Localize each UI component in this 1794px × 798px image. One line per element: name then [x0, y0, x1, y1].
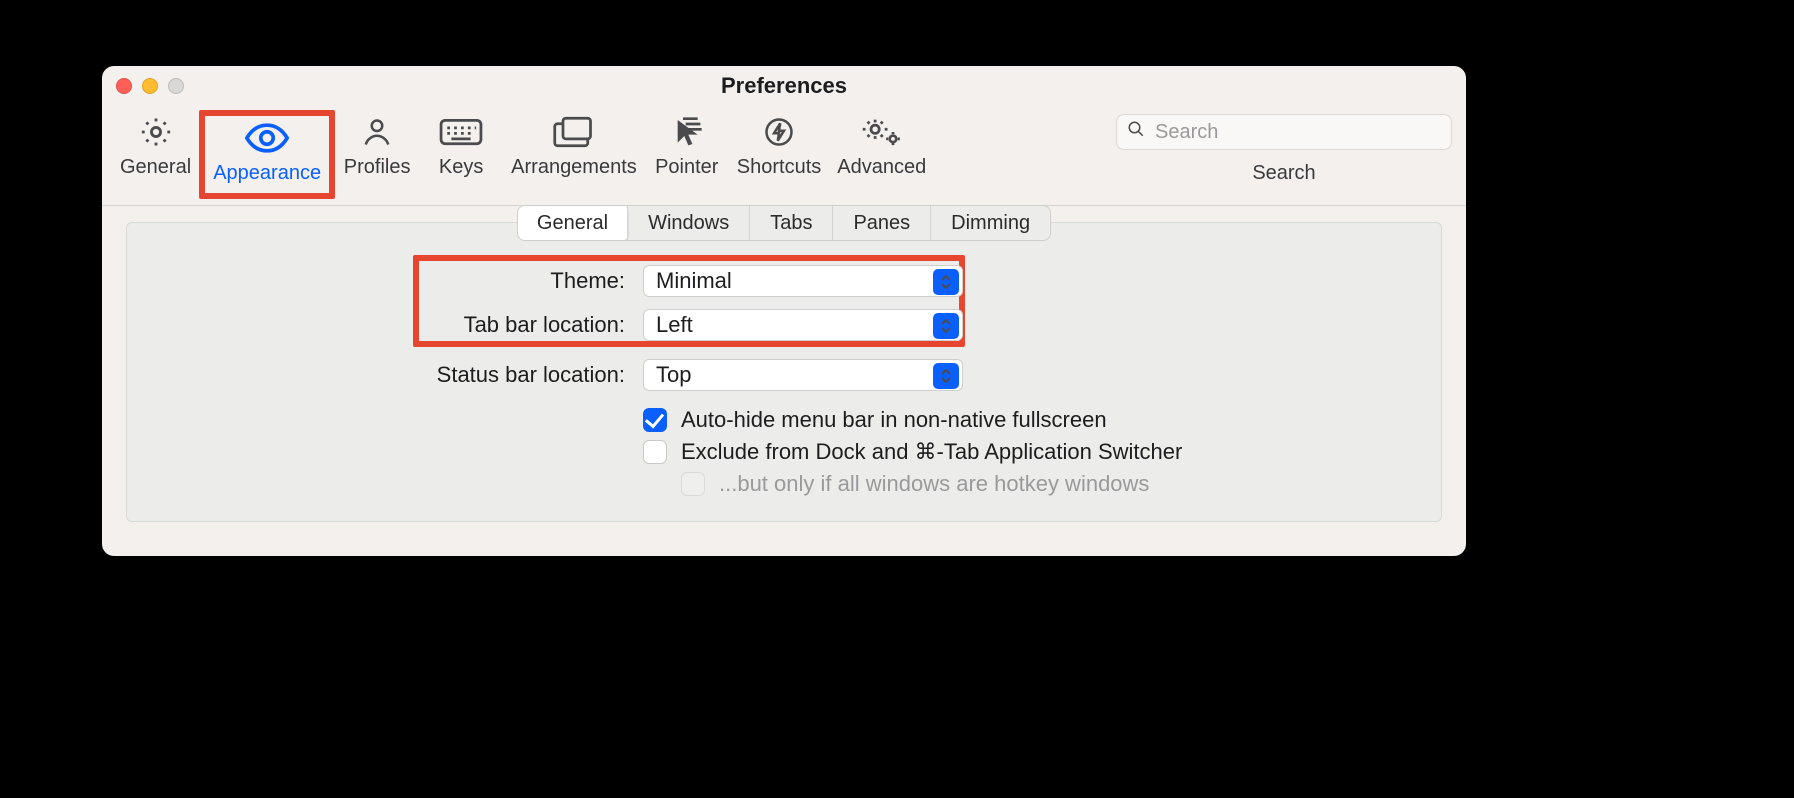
- toolbar-item-label: General: [120, 156, 191, 179]
- toolbar-item-label: Pointer: [655, 156, 718, 179]
- toolbar-search-area: Search: [1116, 114, 1452, 185]
- toolbar-item-label: Shortcuts: [737, 156, 821, 179]
- keyboard-icon: [439, 114, 483, 150]
- statusbar-location-label: Status bar location:: [127, 362, 625, 388]
- select-stepper-icon: [933, 363, 959, 389]
- toolbar-item-pointer[interactable]: Pointer: [645, 110, 729, 187]
- search-input[interactable]: [1153, 120, 1441, 145]
- statusbar-location-value: Top: [656, 362, 691, 388]
- toolbar-item-arrangements[interactable]: Arrangements: [503, 110, 645, 187]
- minimize-window-button[interactable]: [142, 78, 158, 94]
- tabbar-location-label: Tab bar location:: [127, 312, 625, 338]
- eye-icon: [245, 120, 289, 156]
- checkbox-autohide-menubar[interactable]: Auto-hide menu bar in non-native fullscr…: [127, 407, 1441, 433]
- subtab-label: General: [537, 212, 608, 235]
- titlebar: Preferences: [102, 66, 1466, 106]
- toolbar-item-shortcuts[interactable]: Shortcuts: [729, 110, 829, 187]
- toolbar-item-label: Advanced: [837, 156, 926, 179]
- appearance-panel: General Windows Tabs Panes Dimming Theme…: [126, 222, 1442, 522]
- subtab-panes[interactable]: Panes: [832, 206, 930, 240]
- subtab-dimming[interactable]: Dimming: [930, 206, 1050, 240]
- checkbox-box: [681, 472, 705, 496]
- window-controls: [116, 78, 184, 94]
- appearance-subtabs: General Windows Tabs Panes Dimming: [517, 205, 1051, 241]
- subtab-label: Tabs: [770, 212, 812, 235]
- toolbar-item-appearance[interactable]: Appearance: [205, 116, 329, 193]
- toolbar-item-label: Arrangements: [511, 156, 637, 179]
- select-stepper-icon: [933, 313, 959, 339]
- form-area: Theme: Minimal Tab bar location: Left: [127, 253, 1441, 497]
- cursor-icon: [671, 114, 703, 150]
- checkbox-exclude-dock[interactable]: Exclude from Dock and ⌘-Tab Application …: [127, 439, 1441, 465]
- windows-stack-icon: [552, 114, 596, 150]
- checkbox-label: Exclude from Dock and ⌘-Tab Application …: [681, 439, 1182, 465]
- preferences-toolbar: General Appearance Profiles Keys: [102, 106, 1466, 206]
- subtab-label: Dimming: [951, 212, 1030, 235]
- toolbar-item-profiles[interactable]: Profiles: [335, 110, 419, 187]
- checkbox-label: ...but only if all windows are hotkey wi…: [719, 471, 1149, 497]
- search-label: Search: [1252, 162, 1315, 185]
- zoom-window-button[interactable]: [168, 78, 184, 94]
- theme-value: Minimal: [656, 268, 732, 294]
- gears-icon: [860, 114, 904, 150]
- subtab-label: Windows: [648, 212, 729, 235]
- subtab-general[interactable]: General: [517, 205, 628, 241]
- checkbox-box: [643, 440, 667, 464]
- subtab-label: Panes: [853, 212, 910, 235]
- toolbar-item-advanced[interactable]: Advanced: [829, 110, 934, 187]
- toolbar-item-general[interactable]: General: [112, 110, 199, 187]
- lightning-icon: [764, 114, 794, 150]
- toolbar-item-label: Profiles: [344, 156, 411, 179]
- select-stepper-icon: [933, 269, 959, 295]
- close-window-button[interactable]: [116, 78, 132, 94]
- subtab-windows[interactable]: Windows: [627, 206, 749, 240]
- checkbox-only-hotkey: ...but only if all windows are hotkey wi…: [127, 471, 1441, 497]
- toolbar-item-label: Appearance: [213, 162, 321, 185]
- tabbar-location-select[interactable]: Left: [643, 309, 963, 341]
- checkbox-box: [643, 408, 667, 432]
- checkbox-label: Auto-hide menu bar in non-native fullscr…: [681, 407, 1107, 433]
- window-title: Preferences: [721, 73, 847, 99]
- person-icon: [362, 114, 392, 150]
- highlight-appearance: Appearance: [199, 110, 335, 199]
- preferences-window: Preferences General Appearance Profiles: [102, 66, 1466, 556]
- search-field[interactable]: [1116, 114, 1452, 150]
- toolbar-item-label: Keys: [439, 156, 483, 179]
- gear-icon: [139, 114, 173, 150]
- subtab-tabs[interactable]: Tabs: [749, 206, 832, 240]
- checkbox-group: Auto-hide menu bar in non-native fullscr…: [127, 407, 1441, 497]
- statusbar-location-select[interactable]: Top: [643, 359, 963, 391]
- search-icon: [1127, 120, 1145, 144]
- content-area: General Windows Tabs Panes Dimming Theme…: [102, 206, 1466, 546]
- theme-label: Theme:: [127, 268, 625, 294]
- theme-select[interactable]: Minimal: [643, 265, 963, 297]
- tabbar-location-value: Left: [656, 312, 693, 338]
- toolbar-item-keys[interactable]: Keys: [419, 110, 503, 187]
